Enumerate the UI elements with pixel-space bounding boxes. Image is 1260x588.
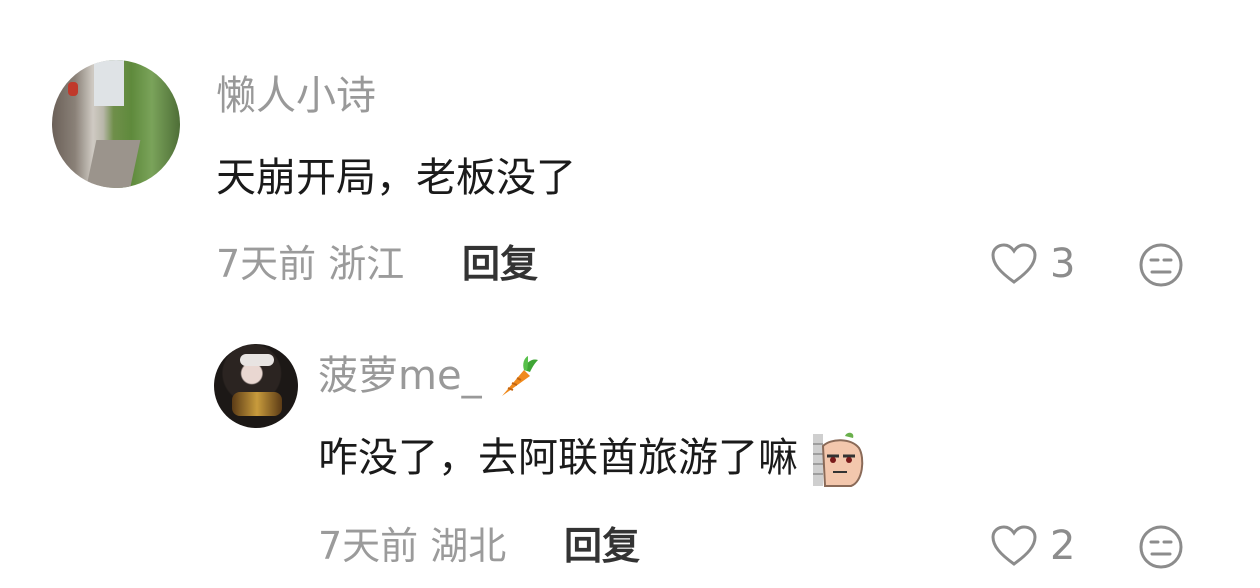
- comment-username[interactable]: 菠萝me_: [318, 352, 542, 402]
- reply-button[interactable]: 回复: [462, 240, 538, 288]
- avatar[interactable]: [52, 60, 180, 188]
- comment-text: 咋没了，去阿联酋旅游了嘛: [318, 432, 865, 488]
- comment-meta: 7天前 湖北: [318, 522, 506, 570]
- comment-location: 浙江: [328, 242, 405, 286]
- comment-text: 天崩开局，老板没了: [216, 155, 576, 201]
- carrot-emoji: [502, 356, 539, 396]
- peeking-sticker: [812, 432, 863, 487]
- reply-button[interactable]: 回复: [564, 522, 640, 570]
- like-count: 2: [1050, 523, 1076, 569]
- comment-location: 湖北: [430, 524, 507, 568]
- comment-time: 7天前: [216, 242, 317, 286]
- comment-time: 7天前: [318, 524, 419, 568]
- comment-meta: 7天前 浙江: [216, 240, 404, 288]
- username-text: 菠萝me_: [318, 353, 482, 399]
- emoji-reaction-icon[interactable]: [1138, 242, 1184, 288]
- emoji-reaction-icon[interactable]: [1138, 524, 1184, 570]
- comment-text-content: 咋没了，去阿联酋旅游了嘛: [318, 435, 798, 481]
- heart-icon[interactable]: [990, 242, 1038, 286]
- like-count: 3: [1050, 241, 1076, 287]
- comment-username[interactable]: 懒人小诗: [216, 72, 376, 120]
- avatar[interactable]: [214, 344, 298, 428]
- heart-icon[interactable]: [990, 524, 1038, 568]
